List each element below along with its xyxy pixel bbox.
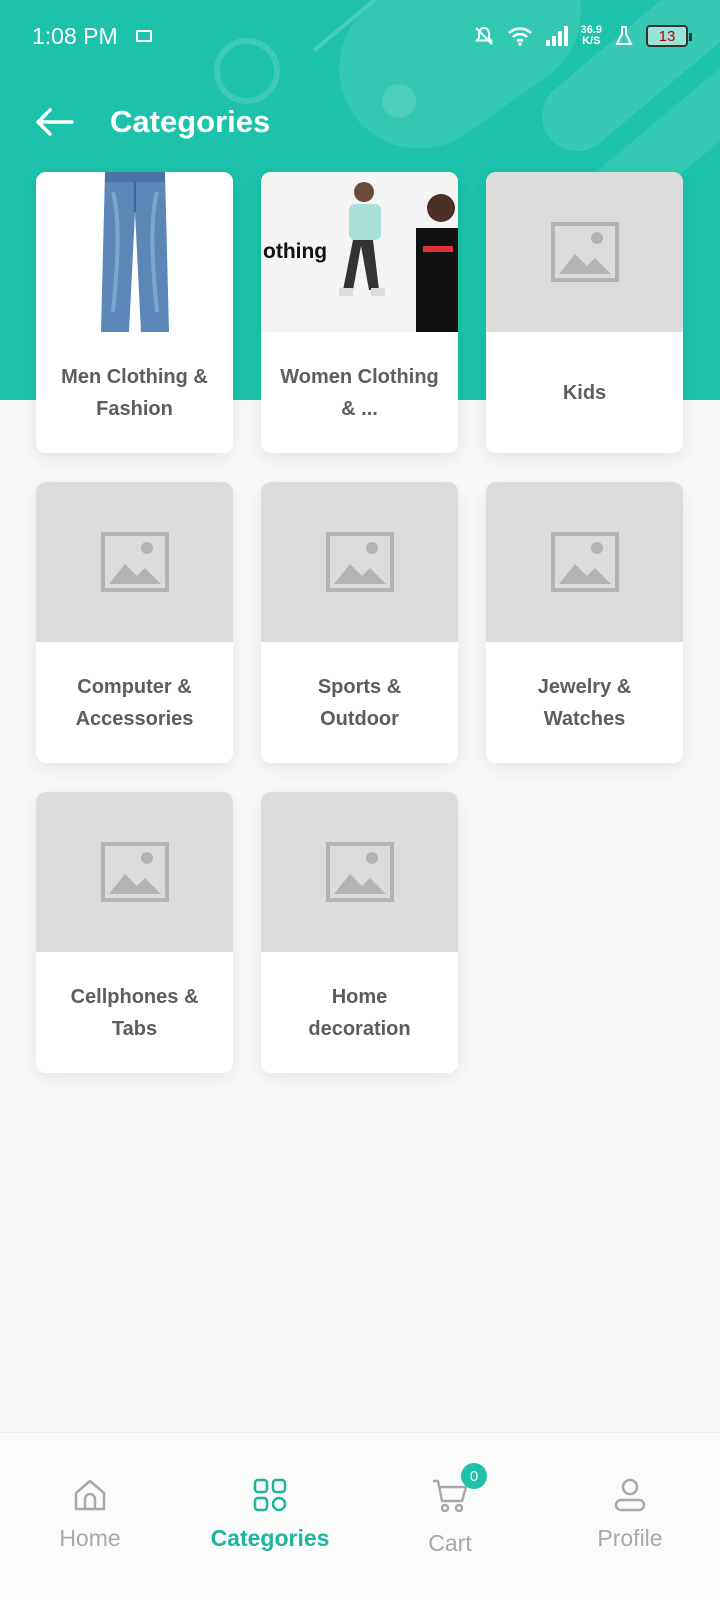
category-card-cellphones[interactable]: Cellphones & Tabs — [36, 792, 233, 1073]
battery-indicator: 13 — [646, 25, 692, 47]
category-card-women[interactable]: othing Women Clothing & ... — [261, 172, 458, 453]
network-speed: 36.9 K/S — [581, 25, 602, 47]
category-card-computer[interactable]: Computer & Accessories — [36, 482, 233, 763]
image-placeholder-icon — [100, 532, 169, 592]
page-title: Categories — [110, 104, 271, 139]
image-placeholder-icon — [550, 532, 619, 592]
wifi-icon — [507, 27, 532, 46]
category-grid: Men Clothing & Fashion othing Women Clot… — [36, 172, 684, 1073]
cart-count-badge: 0 — [461, 1463, 487, 1489]
categories-grid-icon — [253, 1478, 287, 1512]
category-label: Women Clothing & ... — [280, 365, 439, 420]
nav-categories[interactable]: Categories — [180, 1433, 360, 1600]
category-card-sports[interactable]: Sports & Outdoor — [261, 482, 458, 763]
category-card-kids[interactable]: Kids — [486, 172, 683, 453]
nav-profile[interactable]: Profile — [540, 1433, 720, 1600]
category-label: Computer & Accessories — [75, 675, 194, 730]
category-label: Kids — [562, 381, 607, 404]
back-button[interactable] — [0, 92, 110, 152]
image-placeholder-icon — [550, 222, 619, 282]
status-time: 1:08 PM — [32, 22, 118, 49]
nav-label-profile: Profile — [597, 1525, 663, 1551]
battery-level: 13 — [658, 27, 676, 45]
category-card-jewelry[interactable]: Jewelry & Watches — [486, 482, 683, 763]
image-placeholder-icon — [325, 842, 394, 902]
arrow-left-icon — [36, 108, 74, 136]
jeans-image — [100, 172, 169, 332]
home-icon — [74, 1479, 106, 1511]
nav-cart[interactable]: 0 Cart — [360, 1433, 540, 1600]
nav-label-home: Home — [59, 1525, 121, 1551]
status-bar: 1:08 PM 36.9 K/S 13 — [0, 0, 720, 72]
signal-icon — [545, 26, 568, 46]
image-placeholder-icon — [325, 532, 394, 592]
category-image-jeans — [36, 172, 233, 332]
category-label: Home decoration — [308, 985, 411, 1040]
image-placeholder — [486, 172, 683, 332]
image-text: othing — [263, 240, 327, 263]
nav-label-cart: Cart — [428, 1530, 472, 1556]
image-placeholder — [261, 482, 458, 642]
category-card-men[interactable]: Men Clothing & Fashion — [36, 172, 233, 453]
profile-icon — [614, 1478, 646, 1512]
image-placeholder — [486, 482, 683, 642]
category-label: Cellphones & Tabs — [70, 985, 199, 1040]
image-placeholder — [261, 792, 458, 952]
nav-label-categories: Categories — [210, 1525, 330, 1551]
app-bar: Categories — [0, 92, 720, 152]
women-clothing-image: othing — [261, 172, 458, 332]
category-label: Men Clothing & Fashion — [61, 365, 208, 420]
image-placeholder — [36, 482, 233, 642]
bell-muted-icon — [474, 26, 493, 45]
flask-icon — [615, 26, 633, 45]
nav-home[interactable]: Home — [0, 1433, 180, 1600]
image-placeholder-icon — [100, 842, 169, 902]
image-placeholder — [36, 792, 233, 952]
category-label: Jewelry & Watches — [537, 675, 632, 730]
network-speed-unit: K/S — [582, 35, 601, 47]
bottom-navigation: Home Categories 0 Cart Profile — [0, 1432, 720, 1600]
category-label: Sports & Outdoor — [317, 675, 402, 730]
message-notification-icon — [135, 30, 152, 42]
category-card-home-decoration[interactable]: Home decoration — [261, 792, 458, 1073]
category-image-women: othing — [261, 172, 458, 332]
